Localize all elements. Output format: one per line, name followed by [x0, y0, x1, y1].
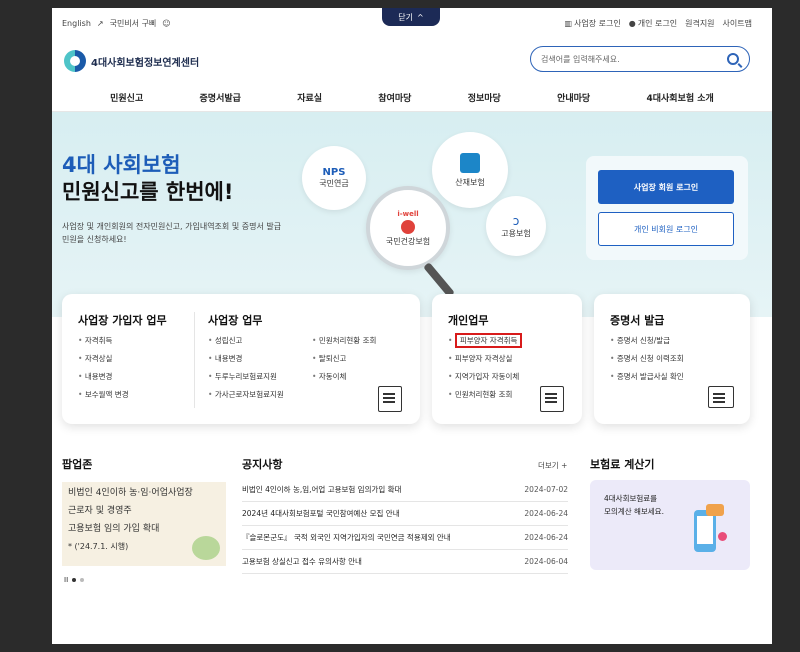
calculator-banner[interactable]: 4대사회보험료를 모의계산 해보세요. — [590, 480, 750, 570]
login-panel: 사업장 회원 로그인 개인 비회원 로그인 — [586, 156, 748, 260]
personal-item[interactable]: 지역가입자 자동이체 — [448, 368, 522, 386]
nonmember-login-button[interactable]: 개인 비회원 로그인 — [598, 212, 734, 246]
hero-banner: 4대 사회보험 민원신고를 한번에! 사업장 및 개인회원의 전자민원신고, 가… — [52, 112, 772, 317]
personal-item[interactable]: 민원처리현황 조회 — [448, 386, 522, 404]
notice-row[interactable]: 『슬로몬군도』 국적 외국인 지역가입자의 국민연금 적용제외 안내 2024-0… — [242, 526, 568, 550]
calculator-desc: 4대사회보험료를 모의계산 해보세요. — [604, 494, 664, 516]
search-bar[interactable]: 검색어를 입력해주세요. — [530, 46, 750, 72]
notice-row[interactable]: 2024년 4대사회보험포털 국민참여예산 모집 안내 2024-06-24 — [242, 502, 568, 526]
certificate-item[interactable]: 증명서 신청 이력조회 — [610, 350, 684, 368]
notice-more-link[interactable]: 더보기 + — [538, 460, 567, 471]
main-page: English ↗ 국민비서 구삐 ☺ 닫기 ^ ▥ 사업장 로그인 ● 개인 로그… — [52, 8, 772, 644]
heart-icon — [401, 219, 415, 234]
workplace-list-right: 민원처리현황 조회 탈퇴신고 자동이체 — [312, 332, 377, 386]
workplace-item[interactable]: 탈퇴신고 — [312, 350, 376, 368]
certificate-card-title: 증명서 발급 — [610, 314, 665, 327]
popup-banner[interactable]: 비법인 4인이하 농·임·어업사업장 근로자 및 경영주 고용보험 임의 가입 … — [62, 482, 226, 566]
search-icon[interactable] — [727, 53, 739, 65]
calculator-title: 보험료 계산기 — [590, 458, 655, 471]
magnifier-handle-icon — [423, 262, 455, 298]
card-divider — [194, 312, 195, 408]
certificate-list: 증명서 신청/발급 증명서 신청 이력조회 증명서 발급사실 확인 — [610, 332, 684, 386]
workplace-card-title: 사업장 업무 — [208, 314, 263, 327]
subscriber-item[interactable]: 보수월액 변경 — [78, 386, 129, 404]
chevron-up-icon: ^ — [417, 12, 424, 22]
notice-row[interactable]: 고용보험 상실신고 접수 유의사항 안내 2024-06-04 — [242, 550, 568, 574]
ei-badge: ↄ 고용보험 — [486, 196, 546, 256]
personal-card-title: 개인업무 — [448, 314, 489, 327]
sitemap-link[interactable]: 사이트맵 — [723, 18, 752, 29]
workplace-list-left: 성립신고 내용변경 두루누리보험료지원 가사근로자보험료지원 — [208, 332, 284, 404]
subscriber-item[interactable]: 자격취득 — [78, 332, 129, 350]
subscriber-list: 자격취득 자격상실 내용변경 보수월액 변경 — [78, 332, 129, 404]
nav-item-about[interactable]: 4대사회보험 소개 — [646, 91, 713, 104]
notice-title: 공지사항 — [242, 458, 283, 471]
monitor-download-icon — [708, 386, 734, 408]
comwel-icon — [460, 152, 480, 173]
popup-pagination: II — [64, 576, 85, 584]
biz-login-link[interactable]: ▥ 사업장 로그인 — [565, 18, 621, 29]
close-tab-button[interactable]: 닫기 ^ — [382, 8, 440, 26]
subscriber-item[interactable]: 내용변경 — [78, 368, 129, 386]
assistant-icon: ☺ — [162, 19, 171, 28]
pagination-dot[interactable] — [80, 578, 85, 582]
nav-item-info[interactable]: 정보마당 — [468, 91, 501, 104]
personal-item[interactable]: 피부양자 자격상실 — [448, 350, 522, 368]
user-icon: ● — [628, 19, 636, 28]
personal-list: 피부양자 자격취득 피부양자 자격상실 지역가입자 자동이체 민원처리현황 조회 — [448, 332, 523, 404]
subscriber-item[interactable]: 자격상실 — [78, 350, 129, 368]
nav-item-complaint[interactable]: 민원신고 — [110, 91, 143, 104]
workplace-item[interactable]: 민원처리현황 조회 — [312, 332, 377, 350]
document-icon — [378, 386, 402, 412]
pagination-dot-active[interactable] — [72, 578, 77, 582]
personal-work-card: 개인업무 피부양자 자격취득 피부양자 자격상실 지역가입자 자동이체 민원처리… — [432, 294, 582, 424]
workplace-item[interactable]: 내용변경 — [208, 350, 284, 368]
person-document-icon — [540, 386, 564, 412]
highlight-box: 피부양자 자격취득 — [454, 333, 523, 348]
certificate-item[interactable]: 증명서 신청/발급 — [610, 332, 684, 350]
subscriber-card-title: 사업장 가입자 업무 — [78, 314, 167, 327]
utility-bar: English ↗ 국민비서 구삐 ☺ 닫기 ^ ▥ 사업장 로그인 ● 개인 로그… — [52, 8, 772, 38]
english-link[interactable]: English — [62, 19, 91, 28]
building-icon: ▥ — [564, 19, 573, 28]
hero-description: 사업장 및 개인회원의 전자민원신고, 가입내역조회 및 증명서 발급 민원을 … — [62, 222, 282, 244]
hero-title: 4대 사회보험 민원신고를 한번에! — [62, 153, 234, 204]
nav-item-certificate[interactable]: 증명서발급 — [200, 91, 241, 104]
gov-assistant-link[interactable]: 국민비서 구삐 — [110, 18, 157, 29]
notice-row[interactable]: 비법인 4인이하 농,임,어업 고용보험 임의가입 확대 2024-07-02 — [242, 478, 568, 502]
certificate-card: 증명서 발급 증명서 신청/발급 증명서 신청 이력조회 증명서 발급사실 확인 — [594, 294, 750, 424]
calculator-phone-icon — [694, 510, 716, 552]
workplace-item[interactable]: 자동이체 — [312, 368, 376, 386]
nps-badge: NPS 국민연금 — [302, 146, 366, 210]
certificate-item[interactable]: 증명서 발급사실 확인 — [610, 368, 684, 386]
ei-icon: ↄ — [512, 213, 520, 228]
personal-login-link[interactable]: ● 개인 로그인 — [629, 18, 677, 29]
mascot-icon — [192, 536, 220, 560]
main-nav: 민원신고 증명서발급 자료실 참여마당 정보마당 안내마당 4대사회보험 소개 — [52, 84, 772, 112]
nav-item-guide[interactable]: 안내마당 — [557, 91, 590, 104]
pause-icon[interactable]: II — [64, 576, 68, 584]
comwel-badge: 산재보험 — [432, 132, 508, 208]
logo-icon — [64, 50, 86, 72]
nhis-badge: i-well 국민건강보험 — [366, 186, 450, 270]
notice-list: 비법인 4인이하 농,임,어업 고용보험 임의가입 확대 2024-07-02 2… — [242, 478, 568, 574]
search-input[interactable]: 검색어를 입력해주세요. — [541, 54, 727, 65]
screenshot-frame: English ↗ 국민비서 구삐 ☺ 닫기 ^ ▥ 사업장 로그인 ● 개인 로그… — [0, 0, 800, 652]
external-link-icon: ↗ — [96, 19, 104, 28]
biz-work-card: 사업장 가입자 업무 자격취득 자격상실 내용변경 보수월액 변경 사업장 업무… — [62, 294, 420, 424]
personal-item-dependent-acquire[interactable]: 피부양자 자격취득 — [448, 332, 523, 350]
remote-support-link[interactable]: 원격지원 — [685, 18, 714, 29]
workplace-item[interactable]: 성립신고 — [208, 332, 284, 350]
coin-icon — [718, 532, 727, 541]
workplace-item[interactable]: 가사근로자보험료지원 — [208, 386, 284, 404]
nav-item-resources[interactable]: 자료실 — [297, 91, 322, 104]
biz-member-login-button[interactable]: 사업장 회원 로그인 — [598, 170, 734, 204]
site-logo[interactable]: 4대사회보험정보연계센터 — [64, 50, 199, 72]
chat-bubble-icon — [706, 504, 724, 516]
popup-zone-title: 팝업존 — [62, 458, 93, 471]
nav-item-participation[interactable]: 참여마당 — [378, 91, 411, 104]
workplace-item[interactable]: 두루누리보험료지원 — [208, 368, 284, 386]
